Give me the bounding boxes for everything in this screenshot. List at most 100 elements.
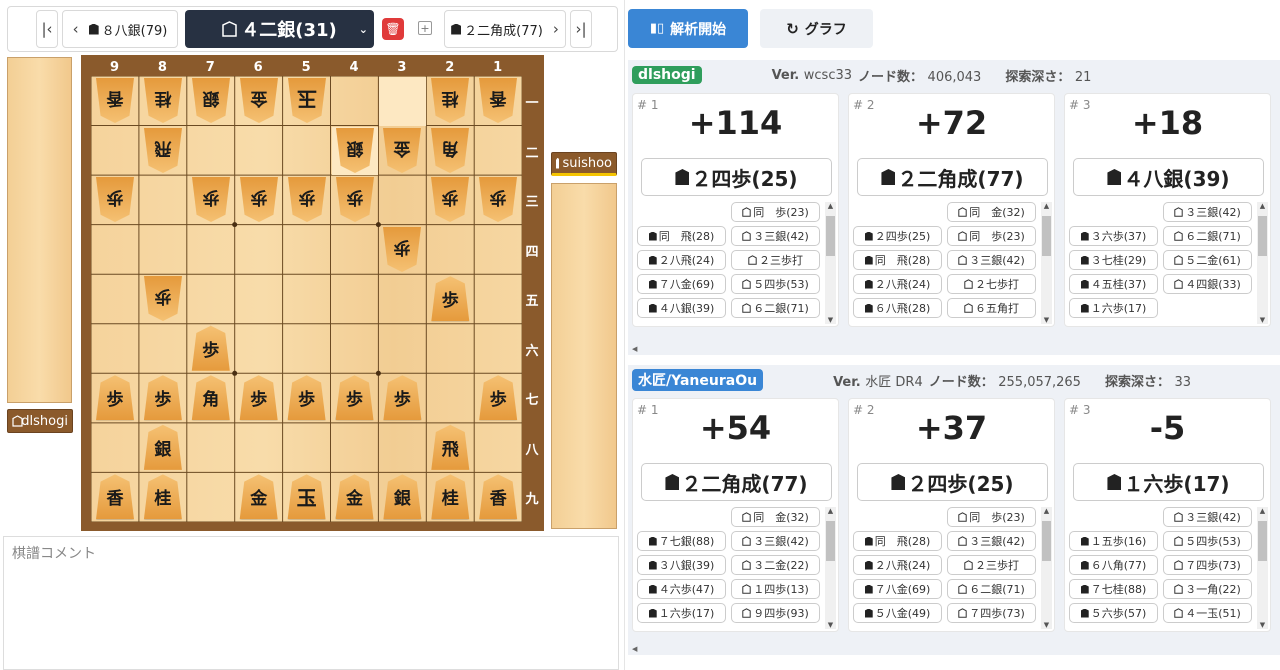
pv-move-button[interactable]: ４六歩(47) — [637, 579, 726, 599]
pv-move-button[interactable]: ３三銀(42) — [731, 531, 820, 551]
pv-move-button[interactable]: ７七桂(88) — [1069, 579, 1158, 599]
pv-move-button[interactable]: ３七桂(29) — [1069, 250, 1158, 270]
graph-button[interactable]: ↻ グラフ — [760, 9, 873, 48]
pv-move-button[interactable]: ２八飛(24) — [853, 274, 942, 294]
pv-move-button[interactable]: ２八飛(24) — [637, 250, 726, 270]
pv-move-button[interactable]: ７四歩(73) — [947, 603, 1036, 623]
pv-move-button[interactable]: ３三銀(42) — [1163, 507, 1252, 527]
pv-scrollbar[interactable]: ▲ ▼ — [1257, 202, 1268, 324]
sente-piece-4-9[interactable]: 金 — [335, 474, 374, 520]
sente-piece-9-9[interactable]: 香 — [96, 474, 134, 520]
current-move-select[interactable]: ４二銀(31) ⌄ — [185, 10, 374, 48]
pv-move-button[interactable]: ３三銀(42) — [1163, 202, 1252, 222]
gote-piece-9-3[interactable]: 歩 — [96, 177, 134, 222]
sente-piece-3-7[interactable]: 歩 — [383, 375, 422, 421]
delete-move-button[interactable]: 🗑 — [382, 18, 404, 40]
pv-move-button[interactable]: ３三銀(42) — [947, 250, 1036, 270]
pv-move-button[interactable]: １六歩(17) — [637, 603, 726, 623]
gote-piece-3-4[interactable]: 歩 — [383, 227, 421, 272]
pv-move-button[interactable]: ２三歩打 — [947, 555, 1036, 575]
pv-scrollbar[interactable]: ▲ ▼ — [1041, 202, 1052, 324]
pv-move-button[interactable]: 同 飛(28) — [637, 226, 726, 246]
sente-piece-3-9[interactable]: 銀 — [383, 474, 422, 520]
pv-move-button[interactable]: ４四銀(33) — [1163, 274, 1252, 294]
pv-scrollbar[interactable]: ▲ ▼ — [825, 507, 836, 629]
best-move-button[interactable]: ２四歩(25) — [857, 463, 1048, 501]
pv-move-button[interactable]: １五歩(16) — [1069, 531, 1158, 551]
pv-move-button[interactable]: ５六歩(57) — [1069, 603, 1158, 623]
pv-move-button[interactable]: ７八金(69) — [853, 579, 942, 599]
pv-move-button[interactable]: ３八銀(39) — [637, 555, 726, 575]
pv-move-button[interactable]: ４八銀(39) — [637, 298, 726, 318]
pv-move-button[interactable]: ７八金(69) — [637, 274, 726, 294]
analyze-button[interactable]: ▮▯ 解析開始 — [628, 9, 748, 48]
gote-piece-2-3[interactable]: 歩 — [431, 177, 469, 222]
pv-move-button[interactable]: ２七歩打 — [947, 274, 1036, 294]
pv-move-button[interactable]: １四歩(13) — [731, 579, 820, 599]
pv-move-button[interactable]: 同 歩(23) — [947, 226, 1036, 246]
pv-move-button[interactable]: 同 歩(23) — [947, 507, 1036, 527]
gote-piece-4-3[interactable]: 歩 — [336, 177, 374, 222]
pv-move-button[interactable]: 同 飛(28) — [853, 250, 942, 270]
sente-piece-5-9[interactable]: 玉 — [287, 474, 326, 520]
pv-move-button[interactable]: 同 飛(28) — [853, 531, 942, 551]
pv-move-button[interactable]: ４一玉(51) — [1163, 603, 1252, 623]
gote-piece-6-3[interactable]: 歩 — [240, 177, 278, 222]
pv-move-button[interactable]: ５四歩(53) — [1163, 531, 1252, 551]
pv-move-button[interactable]: ３二金(22) — [731, 555, 820, 575]
best-move-button[interactable]: ４八銀(39) — [1073, 158, 1264, 196]
pv-move-button[interactable]: ６二銀(71) — [1163, 226, 1252, 246]
gote-piece-7-1[interactable]: 銀 — [192, 78, 230, 123]
best-move-button[interactable]: ２二角成(77) — [857, 158, 1048, 196]
gote-piece-5-3[interactable]: 歩 — [288, 177, 326, 222]
sente-piece-8-8[interactable]: 銀 — [143, 424, 182, 470]
pv-move-button[interactable]: ３一角(22) — [1163, 579, 1252, 599]
gote-piece-8-1[interactable]: 桂 — [144, 78, 182, 123]
pv-move-button[interactable]: ２三歩打 — [731, 250, 820, 270]
gote-piece-4-2[interactable]: 銀 — [336, 128, 374, 173]
sente-piece-6-7[interactable]: 歩 — [239, 375, 278, 421]
pv-move-button[interactable]: ７四歩(73) — [1163, 555, 1252, 575]
best-move-button[interactable]: ２四歩(25) — [641, 158, 832, 196]
gote-piece-3-2[interactable]: 金 — [383, 128, 421, 173]
pv-move-button[interactable]: 同 金(32) — [947, 202, 1036, 222]
sente-piece-2-8[interactable]: 飛 — [431, 424, 470, 470]
pv-move-button[interactable]: ６八角(77) — [1069, 555, 1158, 575]
sente-piece-4-7[interactable]: 歩 — [335, 375, 374, 421]
gote-piece-6-1[interactable]: 金 — [240, 78, 278, 123]
sente-piece-7-6[interactable]: 歩 — [191, 325, 230, 371]
gote-piece-7-3[interactable]: 歩 — [192, 177, 230, 222]
pv-move-button[interactable]: ５四歩(53) — [731, 274, 820, 294]
pv-move-button[interactable]: ３三銀(42) — [731, 226, 820, 246]
sente-piece-7-7[interactable]: 角 — [191, 375, 230, 421]
last-move-button[interactable]: ›| — [570, 10, 592, 48]
horizontal-scroll-left-icon[interactable]: ◀ — [632, 345, 637, 353]
pv-scrollbar[interactable]: ▲ ▼ — [1041, 507, 1052, 629]
prev-move-button[interactable]: ‹ ８八銀(79) — [62, 10, 178, 48]
pv-scrollbar[interactable]: ▲ ▼ — [825, 202, 836, 324]
pv-move-button[interactable]: ６八飛(28) — [853, 298, 942, 318]
pv-move-button[interactable]: 同 歩(23) — [731, 202, 820, 222]
gote-piece-9-1[interactable]: 香 — [96, 78, 134, 123]
pv-move-button[interactable]: ２八飛(24) — [853, 555, 942, 575]
pv-move-button[interactable]: ６二銀(71) — [947, 579, 1036, 599]
pv-move-button[interactable]: ７七銀(88) — [637, 531, 726, 551]
pv-move-button[interactable]: ６二銀(71) — [731, 298, 820, 318]
pv-move-button[interactable]: ４五桂(37) — [1069, 274, 1158, 294]
next-move-button[interactable]: ２二角成(77) › — [444, 10, 566, 48]
gote-piece-8-2[interactable]: 飛 — [144, 128, 182, 173]
pv-move-button[interactable]: ９四歩(93) — [731, 603, 820, 623]
gote-piece-2-1[interactable]: 桂 — [431, 78, 469, 123]
pv-move-button[interactable]: ５八金(49) — [853, 603, 942, 623]
sente-piece-8-9[interactable]: 桂 — [143, 474, 182, 520]
sente-piece-2-9[interactable]: 桂 — [431, 474, 470, 520]
gote-piece-2-2[interactable]: 角 — [431, 128, 469, 173]
horizontal-scroll-left-icon[interactable]: ◀ — [632, 645, 637, 653]
pv-move-button[interactable]: ３三銀(42) — [947, 531, 1036, 551]
best-move-button[interactable]: １六歩(17) — [1073, 463, 1264, 501]
pv-scrollbar[interactable]: ▲ ▼ — [1257, 507, 1268, 629]
gote-piece-1-1[interactable]: 香 — [479, 78, 517, 123]
sente-piece-9-7[interactable]: 歩 — [96, 375, 134, 421]
sente-piece-1-9[interactable]: 香 — [479, 474, 518, 520]
gote-piece-1-3[interactable]: 歩 — [479, 177, 517, 222]
